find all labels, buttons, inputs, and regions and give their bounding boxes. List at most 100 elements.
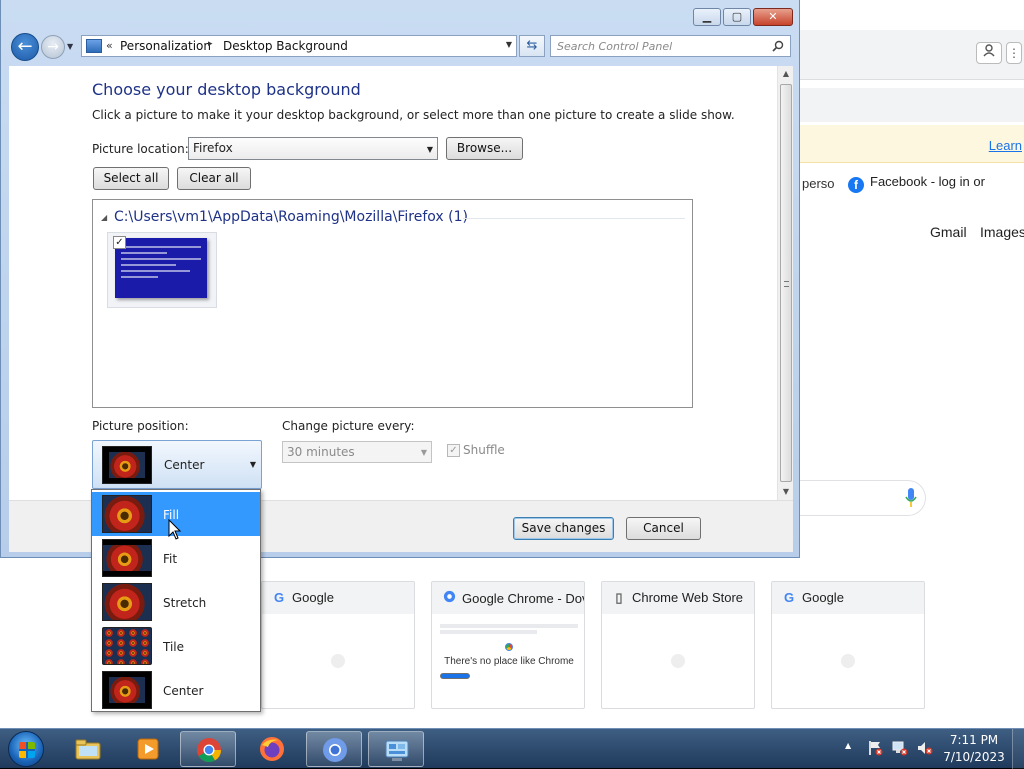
- volume-muted-icon[interactable]: [916, 740, 934, 756]
- clock-date[interactable]: 7/10/2023: [942, 750, 1006, 764]
- search-icon[interactable]: [772, 40, 784, 52]
- browse-button[interactable]: Browse...: [446, 137, 523, 160]
- fill-position-icon: [102, 495, 152, 533]
- change-picture-value: 30 minutes: [287, 445, 355, 459]
- shortcut-tile-google-1[interactable]: G Google: [261, 581, 415, 709]
- mouse-cursor-icon: [168, 519, 182, 540]
- address-dropdown-icon[interactable]: ▼: [506, 40, 512, 49]
- shortcut-title: Google Chrome - Dov: [462, 591, 584, 606]
- network-icon[interactable]: [891, 740, 909, 756]
- content-area: Choose your desktop background Click a p…: [9, 66, 777, 500]
- option-center[interactable]: Center: [92, 668, 260, 712]
- shortcut-tile-chrome[interactable]: Google Chrome - Dov There's no place lik…: [431, 581, 585, 709]
- search-input[interactable]: [551, 36, 769, 56]
- control-panel-icon: [385, 740, 409, 761]
- page-icon: ▯: [615, 590, 623, 605]
- breadcrumb-separator-icon[interactable]: ▸: [208, 39, 213, 49]
- page-subtitle: Click a picture to make it your desktop …: [92, 108, 735, 122]
- picture-position-value: Center: [164, 458, 205, 472]
- taskbar-firefox[interactable]: [244, 731, 300, 767]
- option-label: Tile: [163, 640, 185, 654]
- taskbar-explorer[interactable]: [60, 731, 116, 767]
- picture-location-select[interactable]: Firefox ▼: [188, 137, 438, 160]
- taskbar-media-player[interactable]: [120, 731, 176, 767]
- shuffle-checkbox[interactable]: ✓: [447, 444, 460, 457]
- breadcrumb-desktop-background[interactable]: Desktop Background: [223, 39, 348, 53]
- microphone-icon[interactable]: [905, 487, 917, 509]
- option-label: Fit: [163, 552, 178, 566]
- window-controls: ▁ ▢ ✕: [693, 8, 793, 26]
- option-label: Stretch: [163, 596, 207, 610]
- center-position-icon: [102, 671, 152, 709]
- facebook-icon: f: [848, 177, 864, 193]
- bluescreen-image: [115, 238, 207, 298]
- google-search-box[interactable]: [800, 480, 926, 516]
- bookmark-facebook-label: Facebook - log in or: [870, 174, 985, 189]
- images-link[interactable]: Images: [980, 224, 1024, 240]
- change-picture-select[interactable]: 30 minutes ▼: [282, 441, 432, 463]
- taskbar-control-panel[interactable]: [368, 731, 424, 767]
- address-bar[interactable]: « Personalization ▸ Desktop Background ▼: [81, 35, 517, 57]
- action-center-flag-icon[interactable]: [866, 740, 884, 756]
- tile-placeholder-icon: [331, 654, 345, 668]
- maximize-button[interactable]: ▢: [723, 8, 751, 26]
- minimize-button[interactable]: ▁: [693, 8, 721, 26]
- back-button[interactable]: ←: [11, 33, 39, 61]
- taskbar-chromium[interactable]: [306, 731, 362, 767]
- option-fit[interactable]: Fit: [92, 536, 260, 580]
- chrome-icon: [197, 738, 221, 763]
- shortcut-title: Google: [292, 590, 334, 605]
- close-button[interactable]: ✕: [753, 8, 793, 26]
- gmail-link[interactable]: Gmail: [930, 224, 967, 240]
- tile-position-icon: [102, 627, 152, 665]
- chrome-menu-icon[interactable]: ⋮: [1006, 42, 1022, 64]
- bookmark-person[interactable]: perso: [802, 176, 835, 191]
- chrome-address-bar[interactable]: [800, 88, 1024, 122]
- tile-placeholder-icon: [671, 654, 685, 668]
- show-hidden-icons-icon[interactable]: ▲: [845, 741, 851, 750]
- select-all-button[interactable]: Select all: [93, 167, 169, 190]
- option-tile[interactable]: Tile: [92, 624, 260, 668]
- bookmark-facebook[interactable]: f Facebook - log in or: [848, 174, 985, 193]
- chromium-icon: [323, 738, 347, 762]
- recent-pages-dropdown-icon[interactable]: ▼: [67, 42, 73, 51]
- vertical-scrollbar[interactable]: ▲ ▼: [777, 66, 793, 500]
- picture-location-value: Firefox: [193, 141, 233, 155]
- google-g-icon: G: [783, 590, 795, 605]
- option-stretch[interactable]: Stretch: [92, 580, 260, 624]
- control-panel-window: ▁ ▢ ✕ ← → ▼ « Personalization ▸ Desktop …: [0, 0, 800, 558]
- scroll-up-icon[interactable]: ▲: [778, 66, 794, 82]
- refresh-button[interactable]: ⇆: [519, 35, 545, 57]
- learn-link[interactable]: Learn: [989, 138, 1022, 153]
- shuffle-label: Shuffle: [463, 443, 505, 457]
- show-desktop-button[interactable]: [1012, 729, 1024, 769]
- save-changes-button[interactable]: Save changes: [513, 517, 614, 540]
- change-picture-label: Change picture every:: [282, 419, 415, 433]
- chevron-down-icon: ▼: [420, 448, 427, 457]
- picture-checkbox[interactable]: ✓: [113, 236, 126, 249]
- chevron-down-icon: ▼: [249, 460, 256, 469]
- google-g-icon: G: [273, 590, 285, 605]
- cancel-button[interactable]: Cancel: [626, 517, 701, 540]
- breadcrumb-root[interactable]: «: [106, 39, 113, 52]
- picture-thumbnail[interactable]: ✓: [107, 232, 217, 308]
- shortcut-title: Chrome Web Store: [632, 590, 744, 605]
- clock-time[interactable]: 7:11 PM: [942, 733, 1006, 747]
- fit-position-icon: [102, 539, 152, 577]
- start-button[interactable]: [8, 731, 44, 767]
- collapse-group-icon[interactable]: ◢: [101, 213, 107, 222]
- picture-list[interactable]: ◢ C:\Users\vm1\AppData\Roaming\Mozilla\F…: [92, 199, 693, 408]
- profile-icon[interactable]: [976, 42, 1002, 64]
- info-bar: Learn: [800, 125, 1024, 163]
- scrollbar-thumb[interactable]: [780, 84, 792, 482]
- breadcrumb-personalization[interactable]: Personalization: [120, 39, 211, 53]
- shortcut-tile-google-2[interactable]: G Google: [771, 581, 925, 709]
- shortcut-tile-web-store[interactable]: ▯ Chrome Web Store: [601, 581, 755, 709]
- clear-all-button[interactable]: Clear all: [177, 167, 251, 190]
- scroll-down-icon[interactable]: ▼: [778, 484, 794, 500]
- center-position-icon: [102, 446, 152, 484]
- page-preview: There's no place like Chrome: [440, 622, 578, 706]
- picture-position-select[interactable]: Center ▼: [92, 440, 262, 489]
- forward-button[interactable]: →: [41, 35, 65, 59]
- taskbar-chrome[interactable]: [180, 731, 236, 767]
